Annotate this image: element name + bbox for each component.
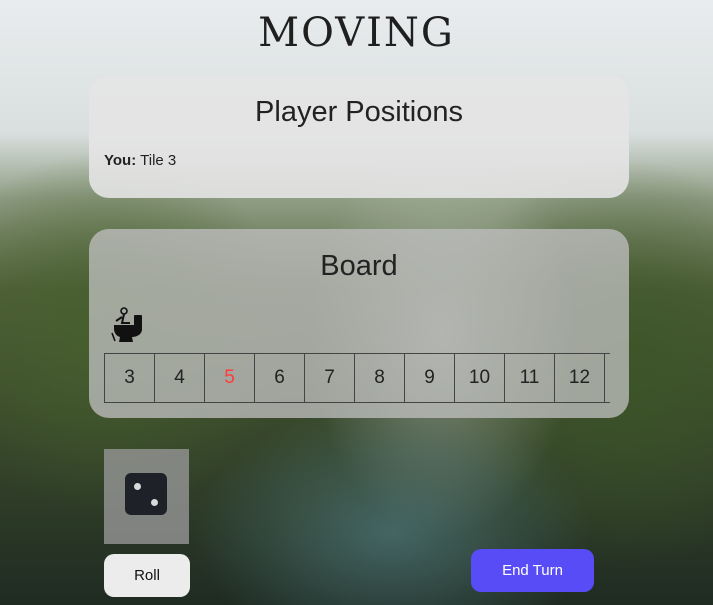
player-positions-panel: Player Positions You: Tile 3 <box>89 75 629 198</box>
board-tiles: 3 4 5 6 7 8 9 10 11 12 <box>104 353 610 403</box>
board-panel: Board 3 4 5 6 7 8 9 10 11 12 <box>89 229 629 418</box>
board-tile: 10 <box>455 354 505 402</box>
dice-display <box>104 449 189 544</box>
player-position-row: You: Tile 3 <box>104 152 176 169</box>
player-positions-heading: Player Positions <box>255 96 463 128</box>
app-title: MOVING <box>258 10 455 56</box>
board-tile: 3 <box>105 354 155 402</box>
dice-two-icon <box>125 473 167 515</box>
board-tile: 5 <box>205 354 255 402</box>
player-name: You: <box>104 152 137 169</box>
roll-button[interactable]: Roll <box>104 554 190 597</box>
board-tile: 11 <box>505 354 555 402</box>
board-tile: 12 <box>555 354 605 402</box>
board-tile: 6 <box>255 354 305 402</box>
player-location: Tile 3 <box>140 152 177 169</box>
board-tile: 9 <box>405 354 455 402</box>
board-tile: 7 <box>305 354 355 402</box>
board-tile: 4 <box>155 354 205 402</box>
person-on-toilet-icon <box>111 307 142 342</box>
end-turn-button[interactable]: End Turn <box>471 549 594 592</box>
board-tile: 8 <box>355 354 405 402</box>
board-heading: Board <box>320 250 398 282</box>
